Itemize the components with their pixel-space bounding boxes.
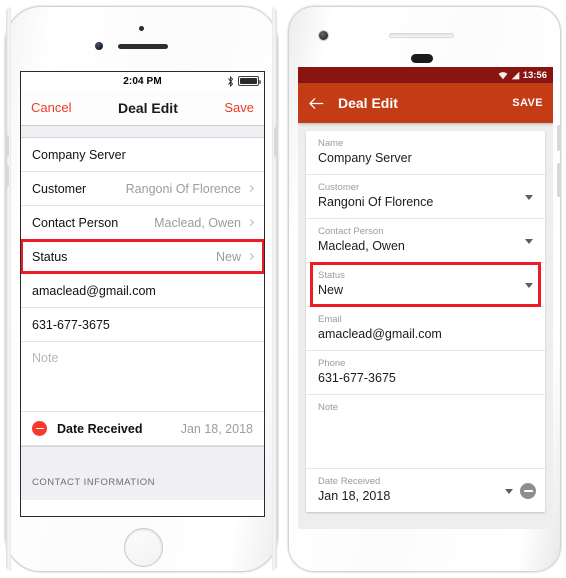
ios-row-value: New (215, 249, 255, 264)
ios-row-value: Maclead, Owen (154, 215, 255, 230)
android-status-time: 13:56 (522, 69, 547, 81)
iphone-left-edge (6, 7, 11, 571)
ios-row-label: Customer (32, 181, 87, 196)
arrow-left-icon[interactable] (308, 97, 324, 110)
ios-row-value-text: Rangoni Of Florence (125, 181, 241, 196)
android-field-value: Rangoni Of Florence (318, 195, 434, 209)
android-field-value: New (318, 283, 344, 297)
android-sensor-icon (411, 54, 433, 63)
iphone-screen: 2:04 PM Cancel Deal Edit Save Company Se… (20, 71, 265, 517)
cancel-button[interactable]: Cancel (31, 100, 71, 115)
iphone-volume-up-button[interactable] (5, 135, 9, 157)
ios-section-header: CONTACT INFORMATION (21, 446, 264, 500)
android-field-label: Status (318, 270, 345, 281)
ios-row-email[interactable]: amaclead@gmail.com (21, 274, 264, 308)
android-field-date-received[interactable]: Date Received Jan 18, 2018 (306, 469, 545, 512)
ios-row-phone[interactable]: 631-677-3675 (21, 308, 264, 342)
android-front-camera-icon (318, 30, 329, 41)
ios-section-gap (21, 126, 264, 138)
minus-circle-icon[interactable] (32, 421, 47, 436)
ios-row-contact-person[interactable]: Contact Person Maclead, Owen (21, 206, 264, 240)
android-field-email[interactable]: Email amaclead@gmail.com (306, 307, 545, 351)
android-field-value: Jan 18, 2018 (318, 489, 391, 503)
android-power-button[interactable] (557, 125, 561, 151)
ios-row-label: 631-677-3675 (32, 317, 110, 332)
ios-section-header-label: CONTACT INFORMATION (32, 477, 155, 488)
save-button[interactable]: Save (224, 100, 254, 115)
ios-date-label: Date Received (57, 421, 143, 436)
signal-icon (511, 71, 520, 79)
android-field-value: Company Server (318, 151, 412, 165)
minus-circle-icon[interactable] (520, 482, 536, 499)
ios-status-bar: 2:04 PM (21, 72, 264, 90)
iphone-front-camera-icon (95, 42, 103, 50)
chevron-down-icon[interactable] (525, 194, 533, 200)
ios-status-time: 2:04 PM (123, 75, 162, 87)
ios-row-status[interactable]: Status New (21, 239, 264, 274)
ios-row-value-text: Maclead, Owen (154, 215, 241, 230)
ios-nav-bar: Cancel Deal Edit Save (21, 90, 264, 126)
ios-form-list: Company Server Customer Rangoni Of Flore… (21, 138, 264, 500)
android-screen: 13:56 Deal Edit SAVE Name Company Server… (298, 67, 553, 529)
wifi-icon (498, 71, 508, 79)
android-field-label: Customer (318, 182, 360, 193)
android-form-card: Name Company Server Customer Rangoni Of … (306, 131, 545, 512)
ios-row-customer[interactable]: Customer Rangoni Of Florence (21, 172, 264, 206)
android-status-bar: 13:56 (298, 67, 553, 83)
android-field-customer[interactable]: Customer Rangoni Of Florence (306, 175, 545, 219)
battery-full-icon (238, 76, 261, 86)
android-field-name[interactable]: Name Company Server (306, 131, 545, 175)
iphone-home-button[interactable] (124, 528, 163, 567)
android-field-phone[interactable]: Phone 631-677-3675 (306, 351, 545, 395)
ios-note-placeholder: Note (32, 351, 59, 365)
ios-status-icons (227, 72, 261, 90)
ios-row-date-received[interactable]: Date Received Jan 18, 2018 (21, 412, 264, 446)
android-field-label: Contact Person (318, 226, 384, 237)
chevron-right-icon (246, 252, 255, 261)
iphone-right-edge (272, 7, 277, 571)
android-field-value: Maclead, Owen (318, 239, 405, 253)
ios-row-label: amaclead@gmail.com (32, 283, 156, 298)
page-title: Deal Edit (117, 99, 178, 116)
android-field-label: Phone (318, 358, 346, 369)
android-field-label: Email (318, 314, 342, 325)
android-field-value: 631-677-3675 (318, 371, 396, 385)
android-field-label: Note (318, 402, 339, 413)
android-field-contact-person[interactable]: Contact Person Maclead, Owen (306, 219, 545, 263)
android-field-status[interactable]: Status New (306, 262, 545, 307)
iphone-power-button[interactable] (274, 127, 278, 157)
ios-note-field[interactable]: Note (21, 342, 264, 412)
android-earpiece-speaker-icon (389, 33, 454, 38)
iphone-device: 2:04 PM Cancel Deal Edit Save Company Se… (5, 6, 278, 572)
bluetooth-icon (228, 75, 234, 87)
ios-date-value: Jan 18, 2018 (180, 421, 253, 436)
chevron-right-icon (246, 218, 255, 227)
android-field-label: Name (318, 138, 344, 149)
chevron-down-icon[interactable] (525, 238, 533, 244)
chevron-down-icon[interactable] (525, 282, 533, 288)
ios-row-value: Rangoni Of Florence (125, 181, 255, 196)
android-volume-button[interactable] (557, 163, 561, 197)
android-device: 13:56 Deal Edit SAVE Name Company Server… (288, 6, 561, 572)
page-title: Deal Edit (338, 95, 398, 111)
ios-row-label: Contact Person (32, 215, 119, 230)
ios-row-label: Status (32, 249, 68, 264)
android-field-value: amaclead@gmail.com (318, 327, 442, 341)
android-field-label: Date Received (318, 476, 381, 487)
iphone-volume-down-button[interactable] (5, 165, 9, 187)
chevron-right-icon (246, 184, 255, 193)
android-field-note[interactable]: Note (306, 395, 545, 469)
ios-row-label: Company Server (32, 147, 126, 162)
chevron-down-icon[interactable] (505, 488, 513, 494)
ios-row-value-text: New (215, 249, 241, 264)
iphone-earpiece-speaker-icon (118, 44, 168, 49)
android-app-bar: Deal Edit SAVE (298, 83, 553, 123)
iphone-proximity-sensor-icon (139, 26, 144, 31)
save-button[interactable]: SAVE (512, 97, 543, 109)
ios-row-name[interactable]: Company Server (21, 138, 264, 172)
